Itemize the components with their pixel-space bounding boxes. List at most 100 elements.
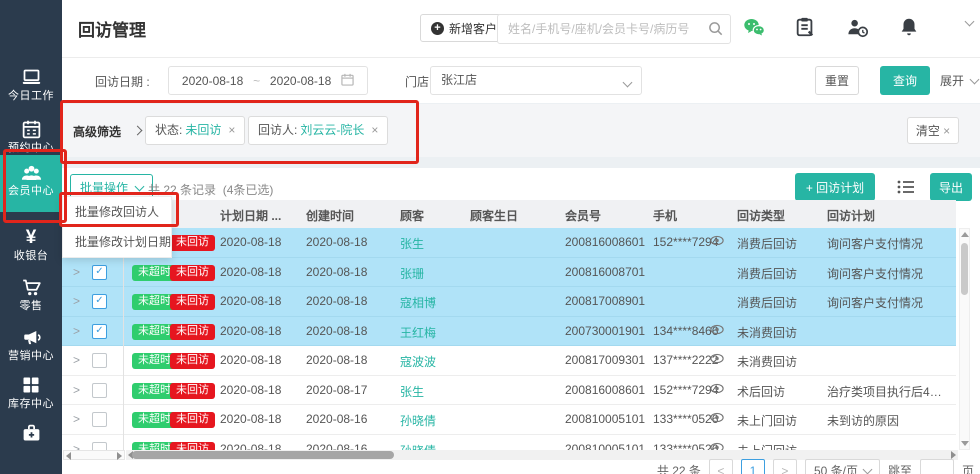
search-input[interactable] xyxy=(506,16,700,42)
cell-visit-type: 未消费回访 xyxy=(737,324,797,341)
cell-customer[interactable]: 孙晓倩 xyxy=(400,442,436,451)
scroll-up-arrow-icon[interactable] xyxy=(961,232,969,237)
expand-filters-toggle[interactable]: 展开 xyxy=(940,72,978,89)
column-header[interactable]: 回访计划 xyxy=(827,207,875,224)
row-checkbox[interactable] xyxy=(92,442,107,451)
eye-icon[interactable] xyxy=(710,412,724,423)
cell-plan-date: 2020-08-18 xyxy=(220,235,281,249)
page-size-select[interactable]: 50 条/页 xyxy=(805,459,880,474)
eye-icon[interactable] xyxy=(710,383,724,394)
row-expand-chevron-icon[interactable]: > xyxy=(73,265,80,279)
export-button[interactable]: 导出 xyxy=(930,173,972,201)
visit-plan-button[interactable]: + 回访计划 xyxy=(795,173,875,201)
column-header[interactable]: 回访类型 xyxy=(737,207,785,224)
sidebar-item-members[interactable]: 会员中心 xyxy=(0,155,62,212)
query-button[interactable]: 查询 xyxy=(880,66,930,95)
table-row[interactable]: >未超时未回访2020-08-182020-08-18寇波波2008170093… xyxy=(62,346,956,376)
row-expand-chevron-icon[interactable]: > xyxy=(73,294,80,308)
cell-customer[interactable]: 孙晓倩 xyxy=(400,412,436,429)
eye-icon[interactable] xyxy=(710,324,724,335)
cell-customer[interactable]: 王红梅 xyxy=(400,324,436,341)
search-icon[interactable] xyxy=(708,21,723,36)
row-expand-chevron-icon[interactable]: > xyxy=(73,383,80,397)
cell-customer[interactable]: 寇相博 xyxy=(400,294,436,311)
customer-log-icon[interactable] xyxy=(846,16,870,40)
scroll-right-arrow-icon[interactable] xyxy=(117,452,122,460)
table-row[interactable]: >未超时未回访2020-08-182020-08-17张生20081600860… xyxy=(62,376,956,406)
table-row[interactable]: >✓未超时未回访2020-08-182020-08-18寇相博200817008… xyxy=(62,287,956,317)
clipboard-icon[interactable] xyxy=(794,16,818,40)
wechat-icon[interactable] xyxy=(742,16,766,40)
row-checkbox[interactable] xyxy=(92,353,107,368)
scroll-left-arrow-icon[interactable] xyxy=(66,452,71,460)
row-expand-chevron-icon[interactable]: > xyxy=(73,442,80,451)
vertical-scrollbar[interactable] xyxy=(959,228,970,450)
reset-button[interactable]: 重置 xyxy=(815,66,859,95)
column-header[interactable]: 会员号 xyxy=(565,207,601,224)
advanced-filter-label[interactable]: 高级筛选 xyxy=(73,123,121,140)
jump-page-input[interactable] xyxy=(920,459,954,474)
prev-page-button[interactable]: < xyxy=(709,459,733,474)
collapse-chevron-icon[interactable] xyxy=(966,16,973,30)
add-customer-label: 新增客户 xyxy=(449,20,497,37)
current-page-button[interactable]: 1 xyxy=(741,459,765,474)
table-row[interactable]: >未超时未回访2020-08-182020-08-16孙晓倩2008100051… xyxy=(62,405,956,435)
row-expand-chevron-icon[interactable]: > xyxy=(73,412,80,426)
store-select[interactable]: 张江店 xyxy=(430,66,642,95)
status-badge-visit: 未回访 xyxy=(170,383,215,399)
filter-tag[interactable]: 回访人:刘云云-院长× xyxy=(248,116,388,145)
page-title: 回访管理 xyxy=(78,16,146,41)
row-checkbox[interactable]: ✓ xyxy=(92,294,107,309)
eye-icon[interactable] xyxy=(710,235,724,246)
cell-phone: 152****7294 xyxy=(653,235,718,249)
column-header[interactable]: 顾客 xyxy=(400,207,424,224)
eye-icon[interactable] xyxy=(710,442,724,451)
row-expand-chevron-icon[interactable]: > xyxy=(73,324,80,338)
sidebar-item-megaphone[interactable]: 营销中心 xyxy=(0,320,62,372)
column-header[interactable]: 顾客生日 xyxy=(470,207,518,224)
cell-customer[interactable]: 张珊 xyxy=(400,265,424,282)
row-checkbox[interactable] xyxy=(92,412,107,427)
cell-plan-date: 2020-08-18 xyxy=(220,294,281,308)
column-header[interactable]: 创建时间 xyxy=(306,207,354,224)
list-view-icon[interactable] xyxy=(897,179,915,195)
horizontal-scroll-thumb[interactable] xyxy=(132,451,394,459)
cell-customer[interactable]: 寇波波 xyxy=(400,353,436,370)
add-customer-button[interactable]: + 新增客户 xyxy=(420,14,508,42)
row-checkbox[interactable]: ✓ xyxy=(92,324,107,339)
sidebar-item-laptop[interactable]: 今日工作 xyxy=(0,60,62,112)
status-badge-visit: 未回访 xyxy=(170,353,215,369)
fixed-column-scrollbar[interactable] xyxy=(63,450,125,460)
topbar: 回访管理 + 新增客户 xyxy=(62,0,980,58)
table-row[interactable]: >✓未超时未回访2020-08-182020-08-18张生2008160086… xyxy=(62,228,956,258)
row-expand-chevron-icon[interactable]: > xyxy=(73,353,80,367)
menu-item-edit-visitor[interactable]: 批量修改回访人 xyxy=(63,197,171,227)
table-row[interactable]: >未超时未回访2020-08-182020-08-16孙晓倩2008100051… xyxy=(62,435,956,451)
sidebar-item-cart[interactable]: 零售 xyxy=(0,270,62,322)
scroll-right-arrow-icon[interactable] xyxy=(951,451,956,459)
remove-tag-icon[interactable]: × xyxy=(371,123,378,137)
eye-icon[interactable] xyxy=(710,353,724,364)
column-header[interactable]: 计划日期 ... xyxy=(220,207,281,224)
table-row[interactable]: >✓未超时未回访2020-08-182020-08-18张珊2008160087… xyxy=(62,258,956,288)
row-checkbox[interactable]: ✓ xyxy=(92,265,107,280)
cell-phone: 137****2222 xyxy=(653,353,718,367)
notification-bell-icon[interactable] xyxy=(898,16,922,40)
clear-filters-button[interactable]: 清空 × xyxy=(907,117,959,144)
cell-customer[interactable]: 张生 xyxy=(400,383,424,400)
vertical-scroll-thumb[interactable] xyxy=(961,243,968,295)
next-page-button[interactable]: > xyxy=(773,459,797,474)
table-row[interactable]: >✓未超时未回访2020-08-182020-08-18王红梅200730001… xyxy=(62,317,956,347)
sidebar-item-cashier-yen[interactable]: ¥收银台 xyxy=(0,220,62,272)
cell-customer[interactable]: 张生 xyxy=(400,235,424,252)
date-range-picker[interactable]: 2020-08-18 ~ 2020-08-18 xyxy=(168,66,368,95)
sidebar-item-inventory-grid[interactable]: 库存中心 xyxy=(0,368,62,420)
row-checkbox[interactable] xyxy=(92,383,107,398)
sidebar-item-medkit[interactable] xyxy=(0,416,62,468)
cell-member-no: 200816008601 xyxy=(565,383,645,397)
menu-item-edit-plan-date[interactable]: 批量修改计划日期 xyxy=(63,227,171,257)
scroll-down-arrow-icon[interactable] xyxy=(961,441,969,446)
remove-tag-icon[interactable]: × xyxy=(228,123,235,137)
column-header[interactable]: 手机 xyxy=(653,207,677,224)
filter-tag[interactable]: 状态:未回访× xyxy=(145,116,245,145)
